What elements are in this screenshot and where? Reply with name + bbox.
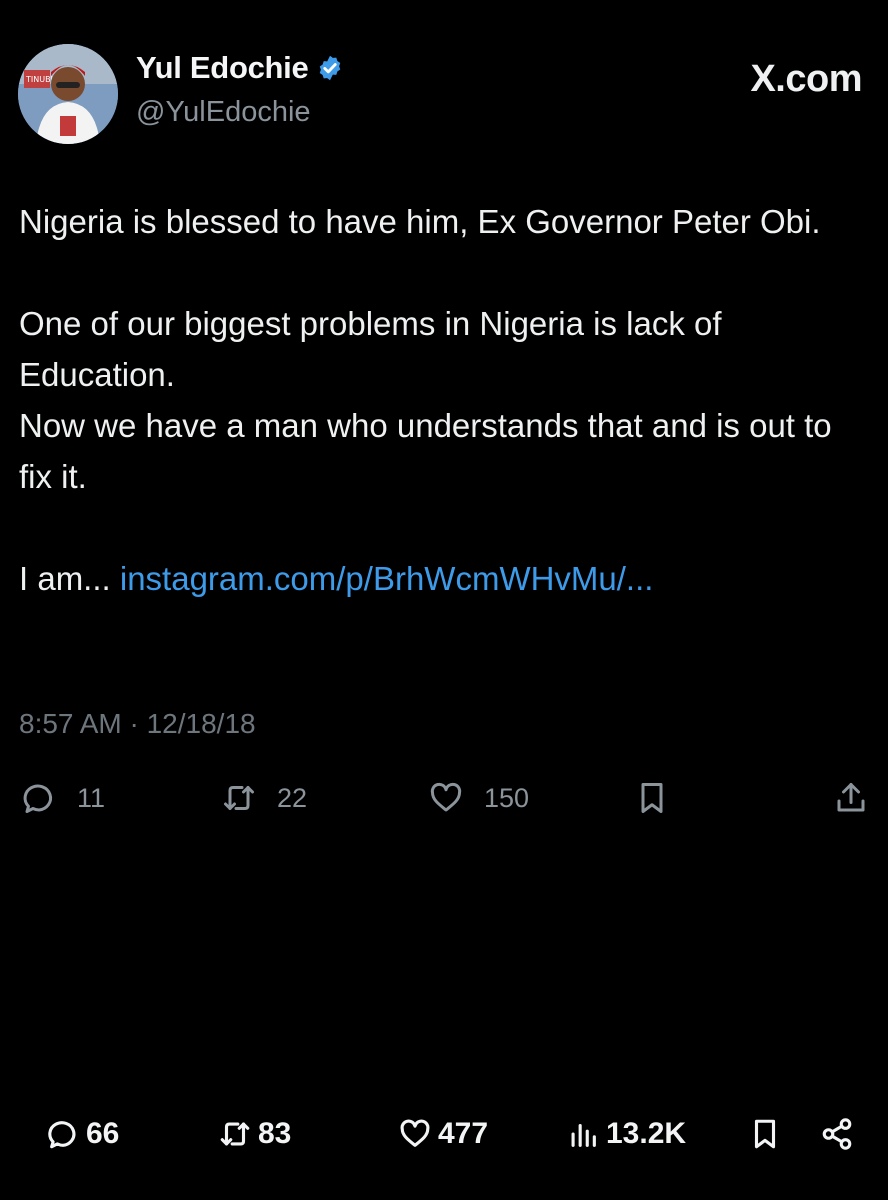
- avatar[interactable]: TINUBU: [18, 44, 118, 144]
- bottom-reply-button[interactable]: 66: [46, 1117, 119, 1151]
- tweet-body: Nigeria is blessed to have him, Ex Gover…: [19, 196, 869, 604]
- like-icon: [400, 1119, 430, 1147]
- bottom-like-count: 477: [438, 1117, 489, 1150]
- repost-icon: [224, 786, 254, 810]
- like-icon: [430, 782, 462, 812]
- reply-count: 11: [77, 782, 106, 813]
- display-name[interactable]: Yul Edochie: [136, 50, 309, 86]
- views-icon: [571, 1123, 596, 1147]
- handle[interactable]: @YulEdochie: [136, 96, 311, 129]
- bottom-bookmark-button[interactable]: [748, 1117, 782, 1151]
- like-button[interactable]: 150: [428, 780, 529, 816]
- reply-icon: [48, 1121, 76, 1149]
- tweet-paragraph-1: Nigeria is blessed to have him, Ex Gover…: [19, 203, 821, 240]
- bookmark-icon: [641, 783, 663, 813]
- timestamp[interactable]: 8:57 AM · 12/18/18: [19, 708, 256, 740]
- bookmark-button[interactable]: [634, 780, 670, 816]
- bottom-repost-count: 83: [258, 1117, 292, 1150]
- like-count: 150: [484, 782, 530, 813]
- verified-badge-icon: [320, 55, 341, 81]
- reply-icon: [23, 784, 53, 813]
- instagram-link[interactable]: instagram.com/p/BrhWcmWHvMu/...: [120, 560, 654, 597]
- tweet-header: TINUBU Yul Edochie @YulEdochie X.com: [18, 44, 870, 144]
- bottom-repost-button[interactable]: 83: [218, 1117, 291, 1151]
- bottom-views-count: 13.2K: [606, 1117, 687, 1150]
- reply-button[interactable]: 11: [21, 780, 105, 816]
- bottom-action-bar: 66 83 477 13.2K: [46, 1117, 866, 1161]
- share-button[interactable]: [833, 780, 869, 816]
- bottom-views-button[interactable]: 13.2K: [566, 1117, 686, 1151]
- paragraph-3-prefix: I am...: [19, 560, 120, 597]
- tweet-actions: 11 22 150: [19, 780, 871, 824]
- tweet-paragraph-2a: One of our biggest problems in Nigeria i…: [19, 305, 722, 393]
- share-nodes-icon: [822, 1118, 852, 1150]
- bottom-like-button[interactable]: 477: [398, 1117, 488, 1151]
- bottom-share-button[interactable]: [820, 1117, 854, 1151]
- bookmark-icon: [754, 1119, 776, 1149]
- brand-label: X.com: [750, 58, 862, 100]
- share-icon: [837, 783, 865, 812]
- repost-icon: [220, 1122, 250, 1146]
- name-row: Yul Edochie: [136, 50, 344, 86]
- repost-count: 22: [277, 782, 308, 813]
- tweet-paragraph-2b: Now we have a man who understands that a…: [19, 407, 832, 495]
- repost-button[interactable]: 22: [221, 780, 307, 816]
- bottom-reply-count: 66: [86, 1117, 120, 1150]
- tweet-paragraph-3: I am... instagram.com/p/BrhWcmWHvMu/...: [19, 553, 869, 604]
